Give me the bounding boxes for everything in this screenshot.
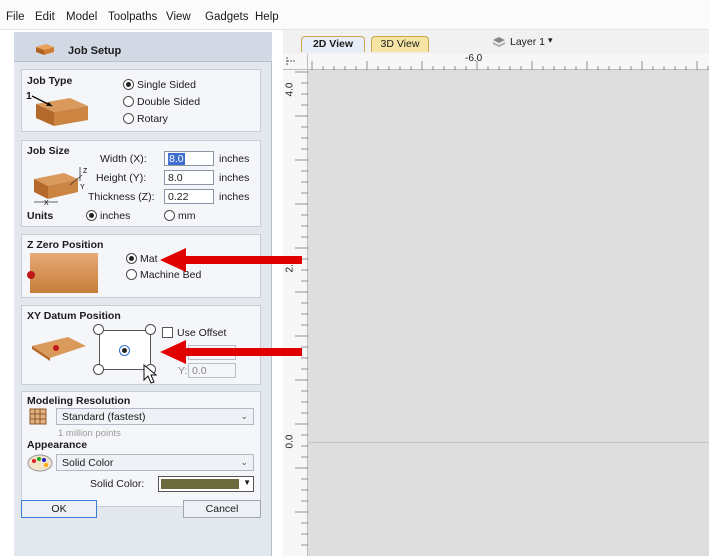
menu-view[interactable]: View [166, 11, 191, 23]
z-zero-diagram-icon [27, 253, 98, 293]
panel-title-bar: Job Setup [14, 32, 272, 62]
use-offset-checkbox[interactable] [162, 327, 173, 338]
height-unit: inches [219, 172, 250, 184]
z-zero-machine-bed-radio[interactable] [126, 269, 137, 280]
axis-x-label: X [44, 200, 49, 205]
single-sided-radio[interactable] [123, 79, 134, 90]
job-setup-panel: Job Setup Job Type 1 Single Sided Double… [14, 32, 272, 556]
menu-help[interactable]: Help [255, 11, 279, 23]
z-zero-material-radio[interactable] [126, 253, 137, 264]
grid-resolution-icon [29, 408, 47, 425]
z-zero-material-label: Mat [140, 253, 158, 265]
modeling-resolution-heading: Modeling Resolution [27, 395, 131, 407]
vertical-ruler[interactable]: 4.0 2.0 0.0 [283, 70, 308, 556]
solid-color-label: Solid Color: [90, 478, 145, 490]
modeling-resolution-dropdown[interactable]: Standard (fastest) ⌄ [56, 408, 254, 425]
layers-icon [493, 37, 505, 47]
annotation-arrow-xy-datum [160, 340, 302, 364]
menu-file[interactable]: File [6, 11, 25, 23]
solid-color-picker[interactable]: ▼ [158, 476, 254, 492]
rotary-label: Rotary [137, 113, 168, 125]
appearance-value: Solid Color [62, 457, 114, 469]
units-mm-label: mm [178, 210, 196, 222]
horizontal-ruler[interactable]: -6.0 [308, 53, 709, 70]
chevron-down-icon: ⌄ [240, 457, 248, 467]
drawing-canvas[interactable] [308, 70, 709, 556]
y-offset-input[interactable]: 0.0 [188, 363, 236, 378]
y-offset-label: Y: [178, 365, 188, 377]
annotation-arrow-z-zero [160, 248, 302, 272]
rotary-radio[interactable] [123, 113, 134, 124]
width-unit: inches [219, 153, 250, 165]
axis-y-label: Y [80, 184, 85, 191]
appearance-heading: Appearance [27, 439, 88, 451]
tab-3d-view[interactable]: 3D View [371, 36, 429, 52]
xy-datum-heading: XY Datum Position [27, 310, 121, 322]
width-label: Width (X): [100, 153, 147, 165]
double-sided-radio[interactable] [123, 96, 134, 107]
chevron-down-icon: ⌄ [240, 411, 248, 421]
menu-gadgets[interactable]: Gadgets [205, 11, 248, 23]
units-inches-radio[interactable] [86, 210, 97, 221]
single-sided-diagram-icon [31, 95, 88, 126]
menu-bar: File Edit Model Toolpaths View Gadgets H… [0, 0, 709, 30]
mouse-cursor-icon [143, 364, 158, 384]
menu-model[interactable]: Model [66, 11, 97, 23]
units-label: Units [27, 210, 54, 222]
units-mm-radio[interactable] [164, 210, 175, 221]
color-swatch [161, 479, 239, 489]
canvas-axis-line [308, 442, 709, 443]
units-inches-label: inches [100, 210, 131, 222]
height-label: Height (Y): [96, 172, 147, 184]
v-ruler-label-0: 0.0 [284, 434, 296, 449]
job-type-heading: Job Type [27, 75, 73, 87]
thickness-label: Thickness (Z): [88, 191, 155, 203]
axis-z-label: Z [83, 168, 88, 175]
datum-bottom-left-handle[interactable] [93, 364, 104, 375]
ruler-origin-icon [286, 57, 295, 66]
layer-dropdown-icon: ▾ [548, 35, 553, 45]
modeling-resolution-value: Standard (fastest) [62, 411, 146, 423]
ok-button[interactable]: OK [21, 500, 97, 518]
datum-top-left-handle[interactable] [93, 324, 104, 335]
cancel-button[interactable]: Cancel [183, 500, 261, 518]
modeling-appearance-section: Modeling Resolution Standard (fastest) ⌄… [21, 391, 261, 507]
job-size-heading: Job Size [27, 145, 70, 157]
appearance-dropdown[interactable]: Solid Color ⌄ [56, 454, 254, 471]
vertical-ruler-ticks [295, 71, 308, 546]
width-input[interactable]: 8.0 [164, 151, 214, 166]
double-sided-label: Double Sided [137, 96, 201, 108]
single-sided-label: Single Sided [137, 79, 196, 91]
layer-label: Layer 1 [510, 36, 546, 48]
menu-edit[interactable]: Edit [35, 11, 55, 23]
ruler-corner [283, 54, 308, 70]
view-tab-bar: 2D View 3D View Layer 1 ▾ [283, 30, 709, 54]
xy-datum-diagram-icon [32, 337, 86, 361]
job-size-diagram-icon: Z X Y [34, 167, 88, 205]
panel-title: Job Setup [68, 45, 122, 57]
app-window: File Edit Model Toolpaths View Gadgets H… [0, 0, 709, 556]
height-input[interactable]: 8.0 [164, 170, 214, 185]
horizontal-ruler-ticks [311, 61, 709, 70]
z-zero-heading: Z Zero Position [27, 239, 104, 251]
thickness-unit: inches [219, 191, 250, 203]
thickness-input[interactable]: 0.22 [164, 189, 214, 204]
menu-toolpaths[interactable]: Toolpaths [108, 11, 157, 23]
tab-2d-view[interactable]: 2D View [301, 36, 365, 52]
job-type-section: Job Type 1 Single Sided Double Sided Rot… [21, 69, 261, 132]
dropdown-arrow-icon: ▼ [243, 478, 251, 487]
job-setup-icon [36, 44, 54, 55]
modeling-resolution-sub: 1 million points [58, 428, 121, 439]
datum-center-radio[interactable] [119, 345, 130, 356]
datum-top-right-handle[interactable] [145, 324, 156, 335]
v-ruler-label-4: 4.0 [284, 82, 296, 97]
use-offset-label: Use Offset [177, 327, 227, 339]
palette-icon [27, 454, 53, 472]
layer-selector[interactable]: Layer 1 ▾ [492, 35, 562, 51]
h-ruler-label: -6.0 [465, 53, 483, 64]
job-size-section: Job Size Z X Y Width (X): 8.0 inches Hei… [21, 140, 261, 227]
